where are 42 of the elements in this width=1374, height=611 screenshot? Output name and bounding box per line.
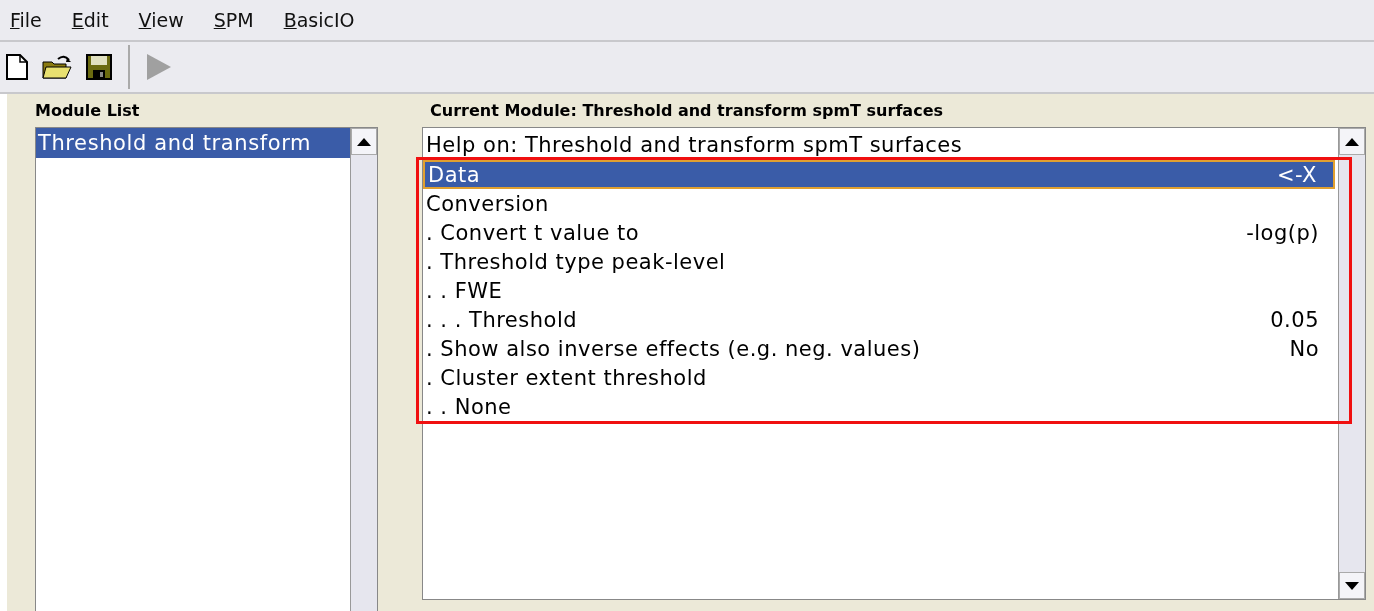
row-value: 0.05 [1270, 307, 1319, 332]
tree-row[interactable]: Help on: Threshold and transform spmT surfaces [423, 130, 1338, 159]
tree-row[interactable]: . Threshold type peak-level [423, 247, 1335, 276]
row-label: . . FWE [426, 278, 503, 303]
row-label: . . . Threshold [426, 307, 578, 332]
tree-row[interactable]: Conversion [423, 189, 1335, 218]
document-icon[interactable] [6, 54, 28, 80]
scrollbar[interactable] [1338, 128, 1365, 599]
folder-icon[interactable] [42, 54, 72, 80]
menu-item[interactable]: View [138, 9, 184, 31]
tree-row[interactable]: . . . Threshold 0.05 [423, 305, 1335, 334]
down-arrow-icon [1345, 581, 1359, 590]
tree-row[interactable]: Data <-X [423, 160, 1335, 189]
panel-title: Current Module: Threshold and transform spmT surfaces [429, 100, 944, 122]
up-arrow-icon [1345, 137, 1359, 146]
up-arrow-icon [357, 137, 371, 146]
row-label: Conversion [426, 191, 549, 216]
row-label: . Cluster extent threshold [426, 365, 707, 390]
tree-row[interactable]: . . FWE [423, 276, 1335, 305]
tree-row[interactable]: . Show also inverse effects (e.g. neg. values) No [423, 334, 1335, 363]
menu-item[interactable]: SPM [213, 9, 254, 31]
menu-item[interactable]: Edit [71, 9, 109, 31]
row-label: . Threshold type peak-level [426, 249, 726, 274]
row-value: -log(p) [1246, 220, 1319, 245]
row-value: <-X [1277, 162, 1317, 187]
menu-item[interactable]: BasicIO [283, 9, 355, 31]
row-value: No [1289, 336, 1319, 361]
scroll-down-button[interactable] [1339, 572, 1365, 599]
row-label: Data [428, 162, 481, 187]
scroll-up-button[interactable] [1339, 128, 1365, 155]
tree-row[interactable]: . Convert t value to -log(p) [423, 218, 1335, 247]
scrollbar[interactable] [350, 128, 377, 611]
tree-row[interactable]: . . None [423, 392, 1335, 421]
row-label: Help on: Threshold and transform spmT surfaces [426, 132, 963, 157]
list-item[interactable]: Threshold and transform [36, 128, 350, 158]
row-label: . Convert t value to [426, 220, 640, 245]
panel-title: Module List [35, 100, 141, 122]
menu-item[interactable]: File [10, 9, 42, 31]
row-label: . . None [426, 394, 512, 419]
tree-row[interactable]: . Cluster extent threshold [423, 363, 1335, 392]
row-label: . Show also inverse effects (e.g. neg. values) [426, 336, 921, 361]
scroll-up-button[interactable] [351, 128, 377, 155]
